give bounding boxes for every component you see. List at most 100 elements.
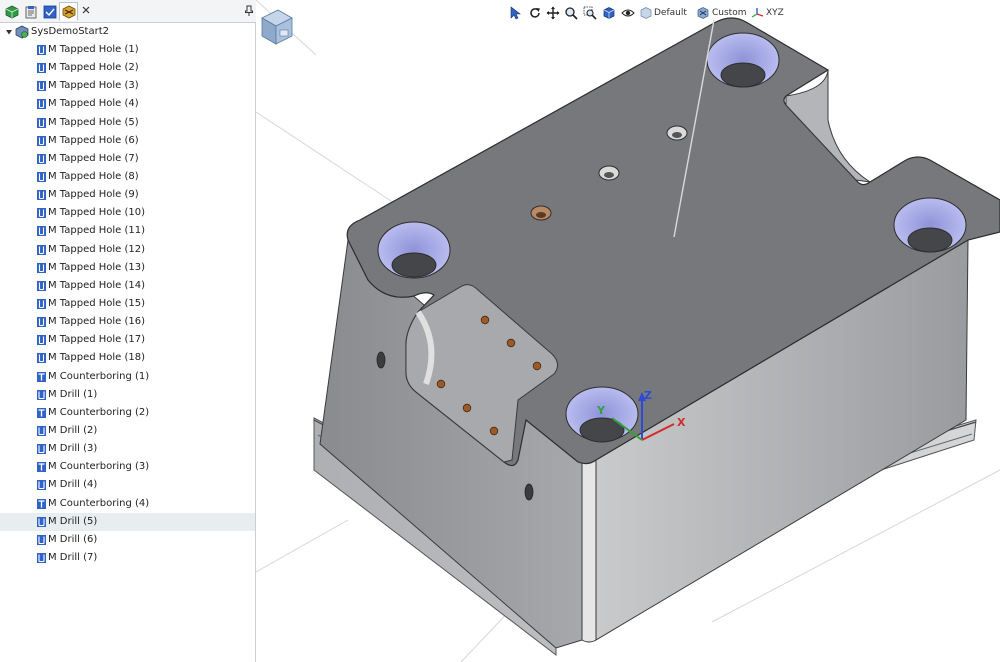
close-icon[interactable] bbox=[80, 4, 92, 16]
drill-icon bbox=[37, 534, 46, 545]
tree-item-label: M Drill (6) bbox=[48, 533, 98, 545]
tapped-hole-icon bbox=[37, 226, 46, 237]
tree-item[interactable]: M Drill (2) bbox=[0, 422, 255, 440]
tree-item[interactable]: M Drill (1) bbox=[0, 386, 255, 404]
tapped-hole-icon bbox=[37, 298, 46, 309]
custom-view-icon bbox=[697, 7, 709, 19]
tree-item[interactable]: M Tapped Hole (9) bbox=[0, 186, 255, 204]
view-custom-label[interactable]: Custom bbox=[712, 8, 746, 18]
tree-item[interactable]: M Tapped Hole (4) bbox=[0, 95, 255, 113]
tree-item[interactable]: M Drill (5) bbox=[0, 512, 255, 531]
clipboard-icon bbox=[25, 6, 37, 19]
zoom-window-button[interactable] bbox=[583, 6, 597, 20]
tab-operations-list[interactable] bbox=[40, 2, 59, 21]
tree-item-label: M Drill (7) bbox=[48, 551, 98, 563]
list-check-icon bbox=[43, 5, 57, 19]
tapped-hole-icon bbox=[37, 190, 46, 201]
view-default-label[interactable]: Default bbox=[654, 8, 687, 18]
tab-machining[interactable] bbox=[59, 2, 78, 21]
tapped-hole-icon bbox=[37, 153, 46, 164]
drill-icon bbox=[37, 480, 46, 491]
tree-item[interactable]: M Drill (4) bbox=[0, 476, 255, 494]
tree-item-label: M Counterboring (2) bbox=[48, 406, 150, 418]
tree-item[interactable]: M Tapped Hole (11) bbox=[0, 222, 255, 240]
tree-item[interactable]: M Drill (6) bbox=[0, 531, 255, 549]
pan-button[interactable] bbox=[546, 6, 560, 20]
tree-item-label: M Tapped Hole (6) bbox=[48, 134, 139, 146]
view-xyz-button[interactable] bbox=[751, 6, 765, 20]
tree-item-label: M Tapped Hole (10) bbox=[48, 207, 146, 219]
drill-icon bbox=[37, 389, 46, 400]
tree-item[interactable]: M Tapped Hole (2) bbox=[0, 59, 255, 77]
pin-icon[interactable] bbox=[244, 5, 254, 17]
view-preset-icon bbox=[640, 7, 652, 19]
tree-item[interactable]: M Counterboring (2) bbox=[0, 404, 255, 422]
y-axis-label: Y bbox=[596, 404, 606, 417]
view-xyz-label[interactable]: XYZ bbox=[766, 8, 784, 18]
tree-item-label: M Drill (1) bbox=[48, 388, 98, 400]
drill-icon bbox=[37, 425, 46, 436]
tree-item[interactable]: M Tapped Hole (18) bbox=[0, 349, 255, 367]
part-model-scene[interactable]: X Y Z bbox=[256, 0, 1000, 662]
drill-icon bbox=[37, 516, 46, 527]
tapped-hole-icon bbox=[37, 81, 46, 92]
tapped-hole-icon bbox=[37, 335, 46, 346]
tapped-hole-icon bbox=[37, 317, 46, 328]
tree-item[interactable]: M Counterboring (3) bbox=[0, 458, 255, 476]
tree-item[interactable]: M Drill (3) bbox=[0, 440, 255, 458]
tree-item-label: M Tapped Hole (8) bbox=[48, 170, 139, 182]
tree-item-label: M Tapped Hole (18) bbox=[48, 352, 146, 364]
3d-viewport[interactable]: X Y Z Default Custom XYZ bbox=[256, 0, 1000, 662]
visibility-button[interactable] bbox=[621, 6, 635, 20]
part-document-icon bbox=[15, 25, 29, 39]
x-axis-label: X bbox=[677, 416, 686, 429]
tree-item-label: M Tapped Hole (1) bbox=[48, 44, 139, 55]
tree-item[interactable]: M Tapped Hole (15) bbox=[0, 295, 255, 313]
tree-item[interactable]: M Tapped Hole (14) bbox=[0, 277, 255, 295]
tree-item[interactable]: M Tapped Hole (10) bbox=[0, 204, 255, 222]
rotate-button[interactable] bbox=[528, 6, 542, 20]
tree-root-row[interactable]: SysDemoStart2 bbox=[0, 23, 255, 41]
view-default-button[interactable] bbox=[639, 6, 653, 20]
z-axis-label: Z bbox=[644, 389, 652, 402]
tree-item[interactable]: M Tapped Hole (12) bbox=[0, 241, 255, 259]
tree-item[interactable]: M Drill (7) bbox=[0, 549, 255, 567]
tree-item-label: M Counterboring (3) bbox=[48, 461, 150, 473]
select-button[interactable] bbox=[508, 6, 522, 20]
tree-item-label: M Tapped Hole (13) bbox=[48, 261, 146, 273]
tree-item[interactable]: M Tapped Hole (8) bbox=[0, 168, 255, 186]
tree-item-label: M Tapped Hole (3) bbox=[48, 80, 139, 92]
tree-item[interactable]: M Tapped Hole (5) bbox=[0, 114, 255, 132]
tab-features[interactable] bbox=[2, 2, 21, 21]
tree-item[interactable]: M Tapped Hole (17) bbox=[0, 331, 255, 349]
tree-item-label: M Tapped Hole (2) bbox=[48, 62, 139, 74]
view-cube-icon[interactable] bbox=[256, 2, 298, 50]
view-custom-button[interactable] bbox=[696, 6, 710, 20]
tree-item-label: M Tapped Hole (12) bbox=[48, 243, 146, 255]
tree-item-label: M Tapped Hole (7) bbox=[48, 152, 139, 164]
zoom-button[interactable] bbox=[564, 6, 578, 20]
operations-panel: SysDemoStart2 M Tapped Hole (1) M Tapped … bbox=[0, 0, 256, 662]
tree-item-label: M Drill (3) bbox=[48, 443, 98, 455]
tab-documents[interactable] bbox=[21, 2, 40, 21]
select-cursor-icon bbox=[510, 6, 521, 20]
tapped-hole-icon bbox=[37, 262, 46, 273]
tree-item[interactable]: M Tapped Hole (3) bbox=[0, 77, 255, 95]
chevron-down-icon[interactable] bbox=[5, 28, 13, 36]
tree-item[interactable]: M Tapped Hole (6) bbox=[0, 132, 255, 150]
zoom-window-icon bbox=[583, 6, 597, 20]
pan-arrows-icon bbox=[546, 6, 560, 20]
tree-item[interactable]: M Counterboring (4) bbox=[0, 495, 255, 513]
tree-root-label: SysDemoStart2 bbox=[31, 26, 109, 37]
tree-item-label: M Counterboring (1) bbox=[48, 370, 150, 382]
tree-item-label: M Tapped Hole (11) bbox=[48, 225, 146, 237]
tree-item[interactable]: M Tapped Hole (13) bbox=[0, 259, 255, 277]
tree-item[interactable]: M Tapped Hole (16) bbox=[0, 313, 255, 331]
tree-item[interactable]: M Tapped Hole (1) bbox=[0, 41, 255, 59]
display-mode-button[interactable] bbox=[602, 6, 616, 20]
tree-item[interactable]: M Tapped Hole (7) bbox=[0, 150, 255, 168]
counterbore-icon bbox=[37, 371, 46, 382]
tapped-hole-icon bbox=[37, 280, 46, 291]
rotate-icon bbox=[530, 8, 540, 18]
tree-item[interactable]: M Counterboring (1) bbox=[0, 368, 255, 386]
